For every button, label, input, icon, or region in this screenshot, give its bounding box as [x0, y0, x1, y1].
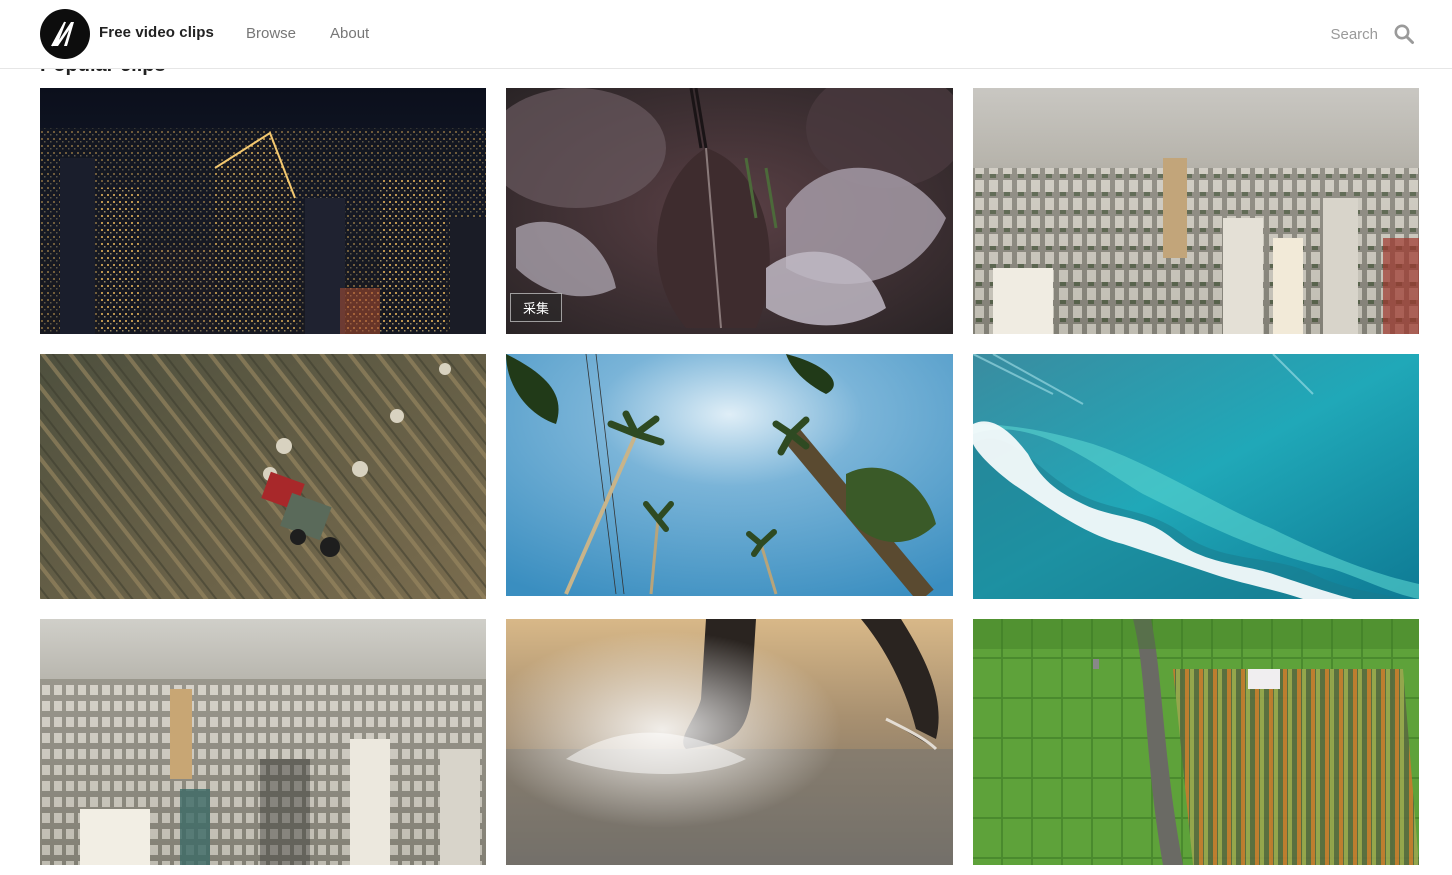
thumbnail-image: [40, 88, 486, 334]
collect-badge[interactable]: 采集: [510, 293, 563, 322]
site-header: Free video clips Browse About: [0, 0, 1452, 69]
video-thumbnail-hay-field[interactable]: [40, 354, 486, 599]
search-input[interactable]: [1290, 22, 1378, 46]
search-button[interactable]: [1393, 23, 1415, 45]
thumbnail-image: [506, 354, 953, 596]
video-thumbnail-rice-fields[interactable]: [973, 619, 1419, 865]
video-thumbnail-palm-trees[interactable]: [506, 354, 953, 596]
thumbnail-image: [506, 619, 953, 865]
monogram-logo-icon[interactable]: [40, 9, 90, 59]
thumbnail-image: [973, 619, 1419, 865]
video-thumbnail-city-skyline[interactable]: [40, 619, 486, 865]
site-brand[interactable]: Free video clips: [99, 24, 214, 41]
video-thumbnail-hazy-city[interactable]: [973, 88, 1419, 334]
thumbnail-image: [40, 619, 486, 865]
nav-about-link[interactable]: About: [330, 25, 369, 42]
search-icon: [1394, 24, 1414, 44]
video-thumbnail-frosted-leaves[interactable]: 采集: [506, 88, 953, 334]
nav-browse-link[interactable]: Browse: [246, 25, 296, 42]
thumbnail-image: [973, 88, 1419, 334]
thumbnail-image: [506, 88, 953, 334]
thumbnail-image: [973, 354, 1419, 599]
video-thumbnail-night-city[interactable]: [40, 88, 486, 334]
video-thumbnail-ocean-wave[interactable]: [973, 354, 1419, 599]
video-thumbnail-water-splash[interactable]: [506, 619, 953, 865]
thumbnail-image: [40, 354, 486, 599]
